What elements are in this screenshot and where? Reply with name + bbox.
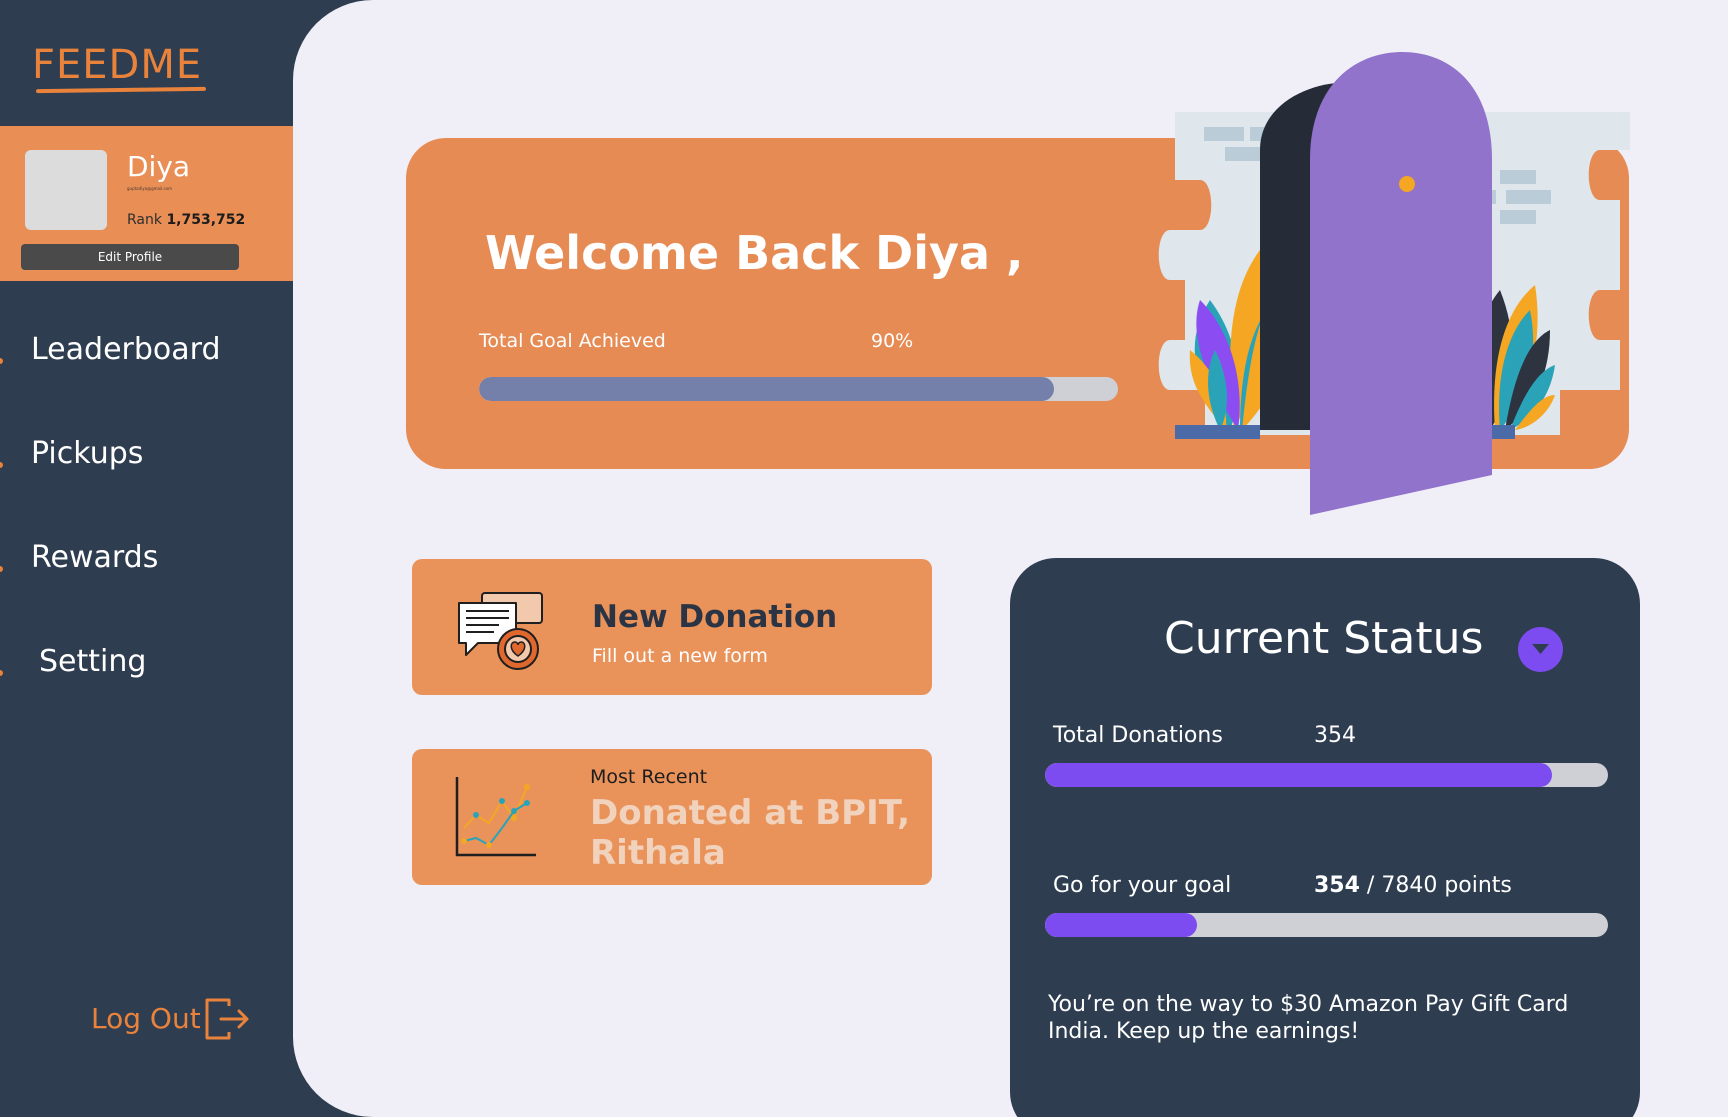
nav-indicator bbox=[0, 670, 3, 676]
status-title: Current Status bbox=[1164, 613, 1484, 664]
most-recent-card[interactable]: Most Recent Donated at BPIT, Rithala bbox=[412, 749, 932, 885]
goal-points-progress-fill bbox=[1045, 913, 1197, 937]
sidebar: FEEDME Diya guptadiya@gmail.com Rank 1,7… bbox=[0, 0, 294, 1117]
goal-percent: 90% bbox=[871, 330, 914, 352]
goal-progress-bar bbox=[479, 377, 1118, 401]
current-status-card: Current Status Total Donations 354 Go fo… bbox=[1010, 558, 1640, 1117]
nav-indicator bbox=[0, 358, 3, 364]
goal-progress-fill bbox=[479, 377, 1055, 401]
logout-label: Log Out bbox=[91, 1002, 201, 1035]
chevron-down-icon bbox=[1532, 644, 1549, 654]
status-message: You’re on the way to $30 Amazon Pay Gift… bbox=[1048, 992, 1569, 1044]
nav-item-label: Setting bbox=[39, 644, 147, 679]
nav-item-setting[interactable]: Setting bbox=[0, 632, 294, 692]
total-donations-label: Total Donations bbox=[1053, 723, 1223, 748]
door-illustration bbox=[1130, 50, 1650, 524]
goal-points-progress-bar bbox=[1045, 913, 1608, 937]
goal-label: Total Goal Achieved bbox=[479, 330, 666, 352]
welcome-title: Welcome Back Diya , bbox=[485, 226, 1024, 280]
main-content: Welcome Back Diya , Total Goal Achieved … bbox=[293, 0, 1728, 1117]
nav-item-rewards[interactable]: Rewards bbox=[0, 528, 294, 588]
user-name: Diya bbox=[127, 150, 191, 183]
profile-panel: Diya guptadiya@gmail.com Rank 1,753,752 … bbox=[0, 126, 294, 281]
most-recent-label: Most Recent bbox=[590, 766, 708, 788]
new-donation-title: New Donation bbox=[592, 599, 838, 635]
rank-label: Rank bbox=[127, 212, 162, 228]
logout-button[interactable]: Log Out bbox=[91, 994, 261, 1044]
nav-indicator bbox=[0, 566, 3, 572]
avatar[interactable] bbox=[25, 150, 107, 230]
chat-heart-icon bbox=[454, 589, 546, 675]
goal-points-value: 354 / 7840 points bbox=[1314, 873, 1512, 898]
most-recent-title: Donated at BPIT, Rithala bbox=[590, 793, 910, 873]
user-email: guptadiya@gmail.com bbox=[127, 186, 173, 191]
edit-profile-button[interactable]: Edit Profile bbox=[21, 244, 239, 270]
nav-item-leaderboard[interactable]: Leaderboard bbox=[0, 320, 294, 380]
donations-progress-bar bbox=[1045, 763, 1608, 787]
nav-item-label: Rewards bbox=[31, 540, 159, 575]
goal-points-current: 354 bbox=[1314, 873, 1360, 898]
nav-item-pickups[interactable]: Pickups bbox=[0, 424, 294, 484]
nav-item-label: Pickups bbox=[31, 436, 144, 471]
goal-points-label: Go for your goal bbox=[1053, 873, 1232, 898]
rank-value: 1,753,752 bbox=[166, 212, 246, 228]
nav-indicator bbox=[0, 462, 3, 468]
new-donation-card[interactable]: New Donation Fill out a new form bbox=[412, 559, 932, 695]
app-logo[interactable]: FEEDME bbox=[32, 42, 202, 88]
status-dropdown-button[interactable] bbox=[1518, 627, 1563, 672]
total-donations-value: 354 bbox=[1314, 723, 1356, 748]
user-rank: Rank 1,753,752 bbox=[127, 212, 245, 228]
goal-points-total: / 7840 points bbox=[1359, 873, 1512, 898]
new-donation-subtitle: Fill out a new form bbox=[592, 645, 768, 667]
nav-item-label: Leaderboard bbox=[31, 332, 221, 367]
logout-icon[interactable] bbox=[203, 996, 251, 1046]
donations-progress-fill bbox=[1045, 763, 1552, 787]
line-chart-icon bbox=[454, 773, 540, 863]
